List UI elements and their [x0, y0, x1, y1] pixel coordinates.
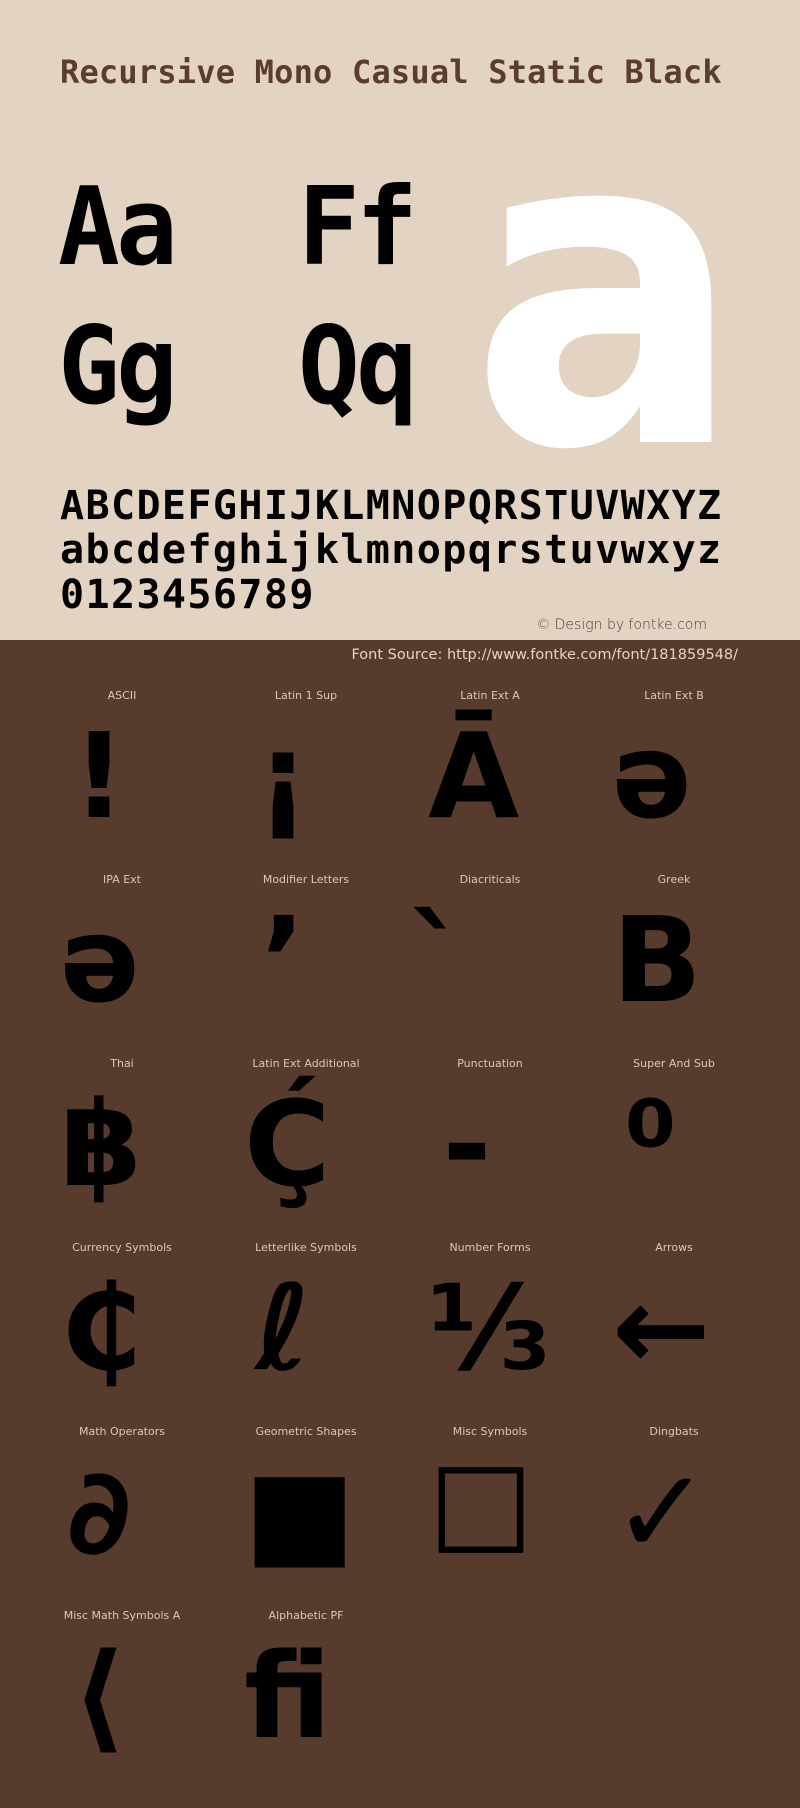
glyph-block-cell: Misc Math Symbols A ⟨: [60, 1608, 244, 1792]
glyph-block-label: Diacriticals: [459, 873, 521, 886]
glyph-block-label: Math Operators: [79, 1425, 165, 1438]
glyph-block-cell: Letterlike Symbols ℓ: [244, 1240, 428, 1424]
digits-sample: 0123456789: [60, 572, 315, 618]
glyph-block-sample: ⁰: [625, 1075, 677, 1213]
glyph-block-cell: Modifier Letters ʼ: [244, 872, 428, 1056]
glyph-block-label: Latin Ext Additional: [252, 1057, 360, 1070]
glyph-block-sample: ̀: [428, 890, 506, 1030]
glyph-block-sample: ฿: [60, 1075, 143, 1213]
glyph-block-label: Geometric Shapes: [255, 1425, 357, 1438]
glyph-block-cell: Thai ฿: [60, 1056, 244, 1240]
glyph-block-cell: Diacriticals̀: [428, 872, 612, 1056]
glyph-block-label: IPA Ext: [103, 873, 141, 886]
glyph-block-sample: ⅓: [428, 1259, 551, 1397]
glyph-block-cell: Latin Ext Additional Ḉ: [244, 1056, 428, 1240]
glyph-block-sample: ☐: [428, 1443, 534, 1581]
glyph-block-label: Misc Symbols: [452, 1425, 528, 1438]
font-source-link[interactable]: Font Source: http://www.fontke.com/font/…: [351, 645, 738, 665]
glyph-block-cell: Misc Symbols ☐: [428, 1424, 612, 1608]
glyph-block-sample: ₵: [60, 1259, 143, 1397]
glyph-block-cell: Super And Sub ⁰: [612, 1056, 796, 1240]
glyph-block-cell: Latin Ext A Ā: [428, 688, 612, 872]
glyph-block-label: Thai: [110, 1057, 134, 1070]
glyph-block-sample: ǝ: [612, 707, 693, 845]
glyph-block-label: Alphabetic PF: [268, 1609, 344, 1622]
glyph-block-sample: Β: [612, 891, 702, 1029]
glyph-block-label: Misc Math Symbols A: [63, 1609, 181, 1622]
glyph-block-sample: ✓: [612, 1443, 711, 1581]
glyph-block-cell: Number Forms ⅓: [428, 1240, 612, 1424]
lowercase-alphabet: abcdefghijklmnopqrstuvwxyz: [60, 527, 723, 573]
glyph-block-cell: Arrows ←: [612, 1240, 796, 1424]
hero-glyph: a: [470, 34, 744, 546]
glyph-block-label: Greek: [657, 873, 691, 886]
glyph-block-sample: ⟨: [72, 1627, 126, 1765]
glyph-block-sample: ■: [244, 1443, 356, 1581]
glyph-block-sample: ﬁ: [244, 1627, 332, 1765]
glyph-block-label: ASCII: [107, 689, 137, 702]
glyph-block-label: Latin Ext A: [460, 689, 520, 702]
uppercase-alphabet: ABCDEFGHIJKLMNOPQRSTUVWXYZ: [60, 483, 723, 529]
glyph-block-sample: Ḉ: [244, 1075, 331, 1213]
glyph-block-cell: ASCII!: [60, 688, 244, 872]
glyph-block-label: Number Forms: [449, 1241, 531, 1254]
design-credit: © Design by fontke.com: [536, 617, 707, 633]
glyph-block-cell: Greek Β: [612, 872, 796, 1056]
glyph-block-cell: Latin Ext B ǝ: [612, 688, 796, 872]
sample-pair-qq: Qq: [298, 304, 418, 429]
sample-pair-ff: Ff: [298, 165, 418, 290]
glyph-block-label: Letterlike Symbols: [255, 1241, 357, 1254]
glyph-block-cell: Math Operators ∂: [60, 1424, 244, 1608]
glyph-block-cell: IPA Ext ə: [60, 872, 244, 1056]
glyph-block-label: Currency Symbols: [72, 1241, 172, 1254]
glyph-block-cell: Latin 1 Sup ¡: [244, 688, 428, 872]
glyph-block-sample: Ā: [428, 707, 520, 845]
glyph-block-cell: Geometric Shapes ■: [244, 1424, 428, 1608]
glyph-block-label: Modifier Letters: [262, 873, 350, 886]
glyph-block-cell: Dingbats ✓: [612, 1424, 796, 1608]
glyph-block-sample: ə: [60, 891, 141, 1029]
glyph-block-label: Dingbats: [649, 1425, 699, 1438]
glyph-block-sample: ←: [612, 1259, 711, 1397]
sample-pair-gg: Gg: [58, 304, 178, 429]
glyph-block-cell: Alphabetic PF ﬁ: [244, 1608, 428, 1792]
glyph-block-label: Latin Ext B: [644, 689, 704, 702]
sample-pair-aa: Aa: [58, 165, 178, 290]
glyph-block-label: Arrows: [655, 1241, 693, 1254]
glyph-block-cell: Punctuation ‐: [428, 1056, 612, 1240]
glyph-block-sample: ∂: [66, 1443, 132, 1581]
glyph-block-label: Super And Sub: [633, 1057, 715, 1070]
glyph-block-cell: Currency Symbols ₵: [60, 1240, 244, 1424]
glyph-block-sample: ʼ: [260, 891, 306, 1029]
glyph-block-label: Punctuation: [457, 1057, 523, 1070]
glyph-block-sample: ‐: [442, 1075, 492, 1213]
glyph-block-sample: ℓ: [255, 1259, 311, 1397]
glyph-block-sample: !: [72, 707, 126, 845]
glyph-block-label: Latin 1 Sup: [274, 689, 338, 702]
glyph-block-sample: ¡: [256, 707, 310, 845]
